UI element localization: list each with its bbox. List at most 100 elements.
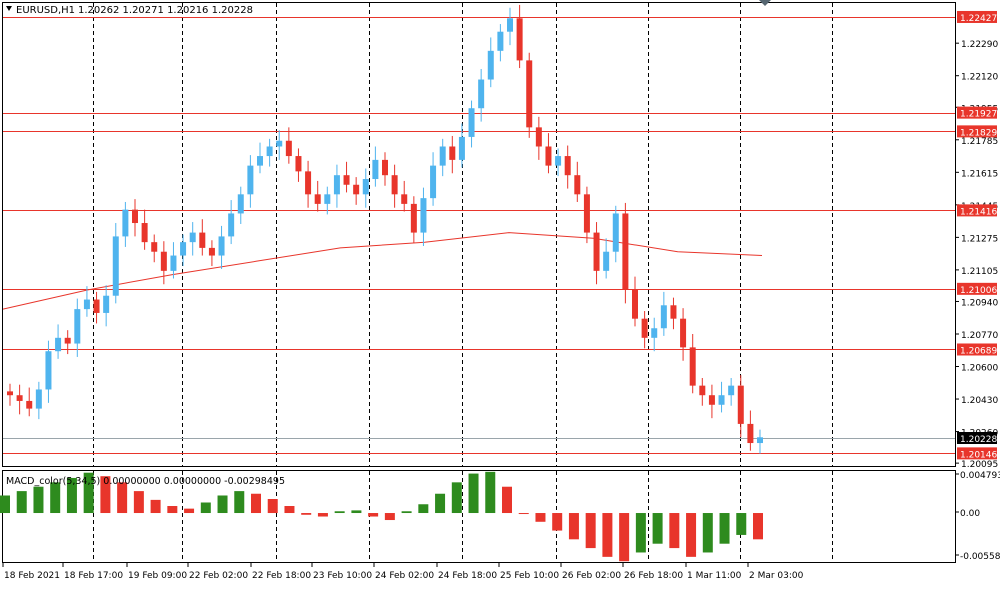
candle-body [670,305,677,319]
macd-bar [552,513,563,531]
macd-tick-label: 0.0047939 [960,471,1000,481]
candle-body [757,437,763,444]
candle-body [160,251,167,271]
candle-body [353,184,360,195]
macd-bar [184,508,195,514]
price-tick-label: 1.22290 [961,40,998,50]
candle-body [507,18,513,32]
candle-body [535,127,542,147]
candle-body [64,337,71,344]
candle-body [83,299,90,310]
candle-body [151,242,158,252]
macd-bar [217,495,228,514]
candle-body [651,328,658,338]
candle-body [526,60,533,128]
chart-canvas[interactable]: 1.222901.221201.219551.217851.216151.214… [0,0,1000,588]
time-tick-label: 26 Feb 18:00 [624,571,683,581]
macd-bar [234,491,245,514]
candle-body [708,395,715,405]
candle-body [257,156,263,166]
candle-body [55,337,62,352]
macd-bar [635,513,646,553]
candle-body [247,165,254,195]
macd-bar [368,513,379,517]
price-tick-label: 1.21615 [961,169,998,179]
candle-body [74,309,81,344]
macd-bar [16,491,27,514]
candle-body [699,385,706,396]
candle-body [7,391,13,396]
candle-body [103,295,110,313]
price-tick-label: 1.20600 [961,364,998,374]
price-tick-label: 1.21105 [961,267,998,277]
candle-body [218,236,225,256]
price-tick-label: 1.22120 [961,73,998,83]
time-tick-label: 25 Feb 10:00 [500,571,559,581]
macd-tick-label: -0.005587 [960,552,1000,562]
candle-body [208,247,215,256]
time-tick-label: 1 Mar 11:00 [687,571,742,581]
macd-bar [334,511,345,514]
macd-bar [33,486,44,514]
candle-body [141,223,148,243]
candle-body [180,242,187,256]
macd-bar [535,513,546,522]
level-price-tag-label: 1.21927 [960,110,997,120]
candle-body [170,255,177,271]
candle-body [189,232,196,243]
level-price-tag-label: 1.20146 [960,450,997,460]
candle-body [122,209,129,237]
candle-body [333,175,340,195]
time-tick-label: 18 Feb 17:00 [64,571,123,581]
price-tick-label: 1.20940 [961,298,998,308]
candle-body [35,389,42,409]
time-tick-label: 2 Mar 03:00 [749,571,804,581]
macd-bar [133,491,144,514]
level-price-tag-label: 1.21006 [960,286,997,296]
candle-body [237,194,244,214]
macd-bar [200,502,211,514]
macd-bar [736,513,747,535]
macd-bar [485,471,496,514]
macd-bar [518,513,529,515]
ohlc-values: 1.20262 1.20271 1.20216 1.20228 [78,5,253,16]
macd-bar [753,513,763,540]
macd-bar [401,511,412,514]
time-axis: 18 Feb 2021 18 Feb 17:00 19 Feb 09:00 22 Fe… [2,563,804,581]
candle-body [603,251,610,271]
macd-tick-label: 0.00 [960,509,980,519]
macd-bar [150,499,161,514]
candle-body [574,175,581,195]
candle-body [660,305,667,329]
candle-body [276,140,283,147]
candle-body [555,156,562,166]
macd-bar [702,513,713,553]
candle-body [26,400,33,409]
macd-bar [568,513,579,540]
macd-bar [351,510,362,514]
trading-chart-window[interactable]: 1.222901.221201.219551.217851.216151.214… [0,0,1000,588]
candle-body [487,50,494,80]
macd-bar [686,513,697,557]
time-tick-label: 22 Feb 02:00 [189,571,248,581]
candle-body [314,194,321,204]
macd-bar [719,513,730,544]
candle-body [295,156,302,172]
candle-body [622,213,629,290]
time-tick-label: 26 Feb 02:00 [562,571,621,581]
dropdown-triangle-icon[interactable] [6,6,12,11]
candle-body [285,140,292,157]
level-price-tag-label: 1.21829 [960,128,997,138]
candle-body [612,213,619,252]
candle-body [430,165,437,199]
candle-body [632,289,638,319]
candle-body [343,175,350,185]
macd-bar [0,495,10,514]
candle-body [228,213,235,237]
candle-body [324,194,331,204]
candle-body [689,347,696,386]
candlestick-series [7,4,763,454]
candle-body [305,171,312,195]
candle-body [132,209,138,224]
candle-body [382,159,388,176]
